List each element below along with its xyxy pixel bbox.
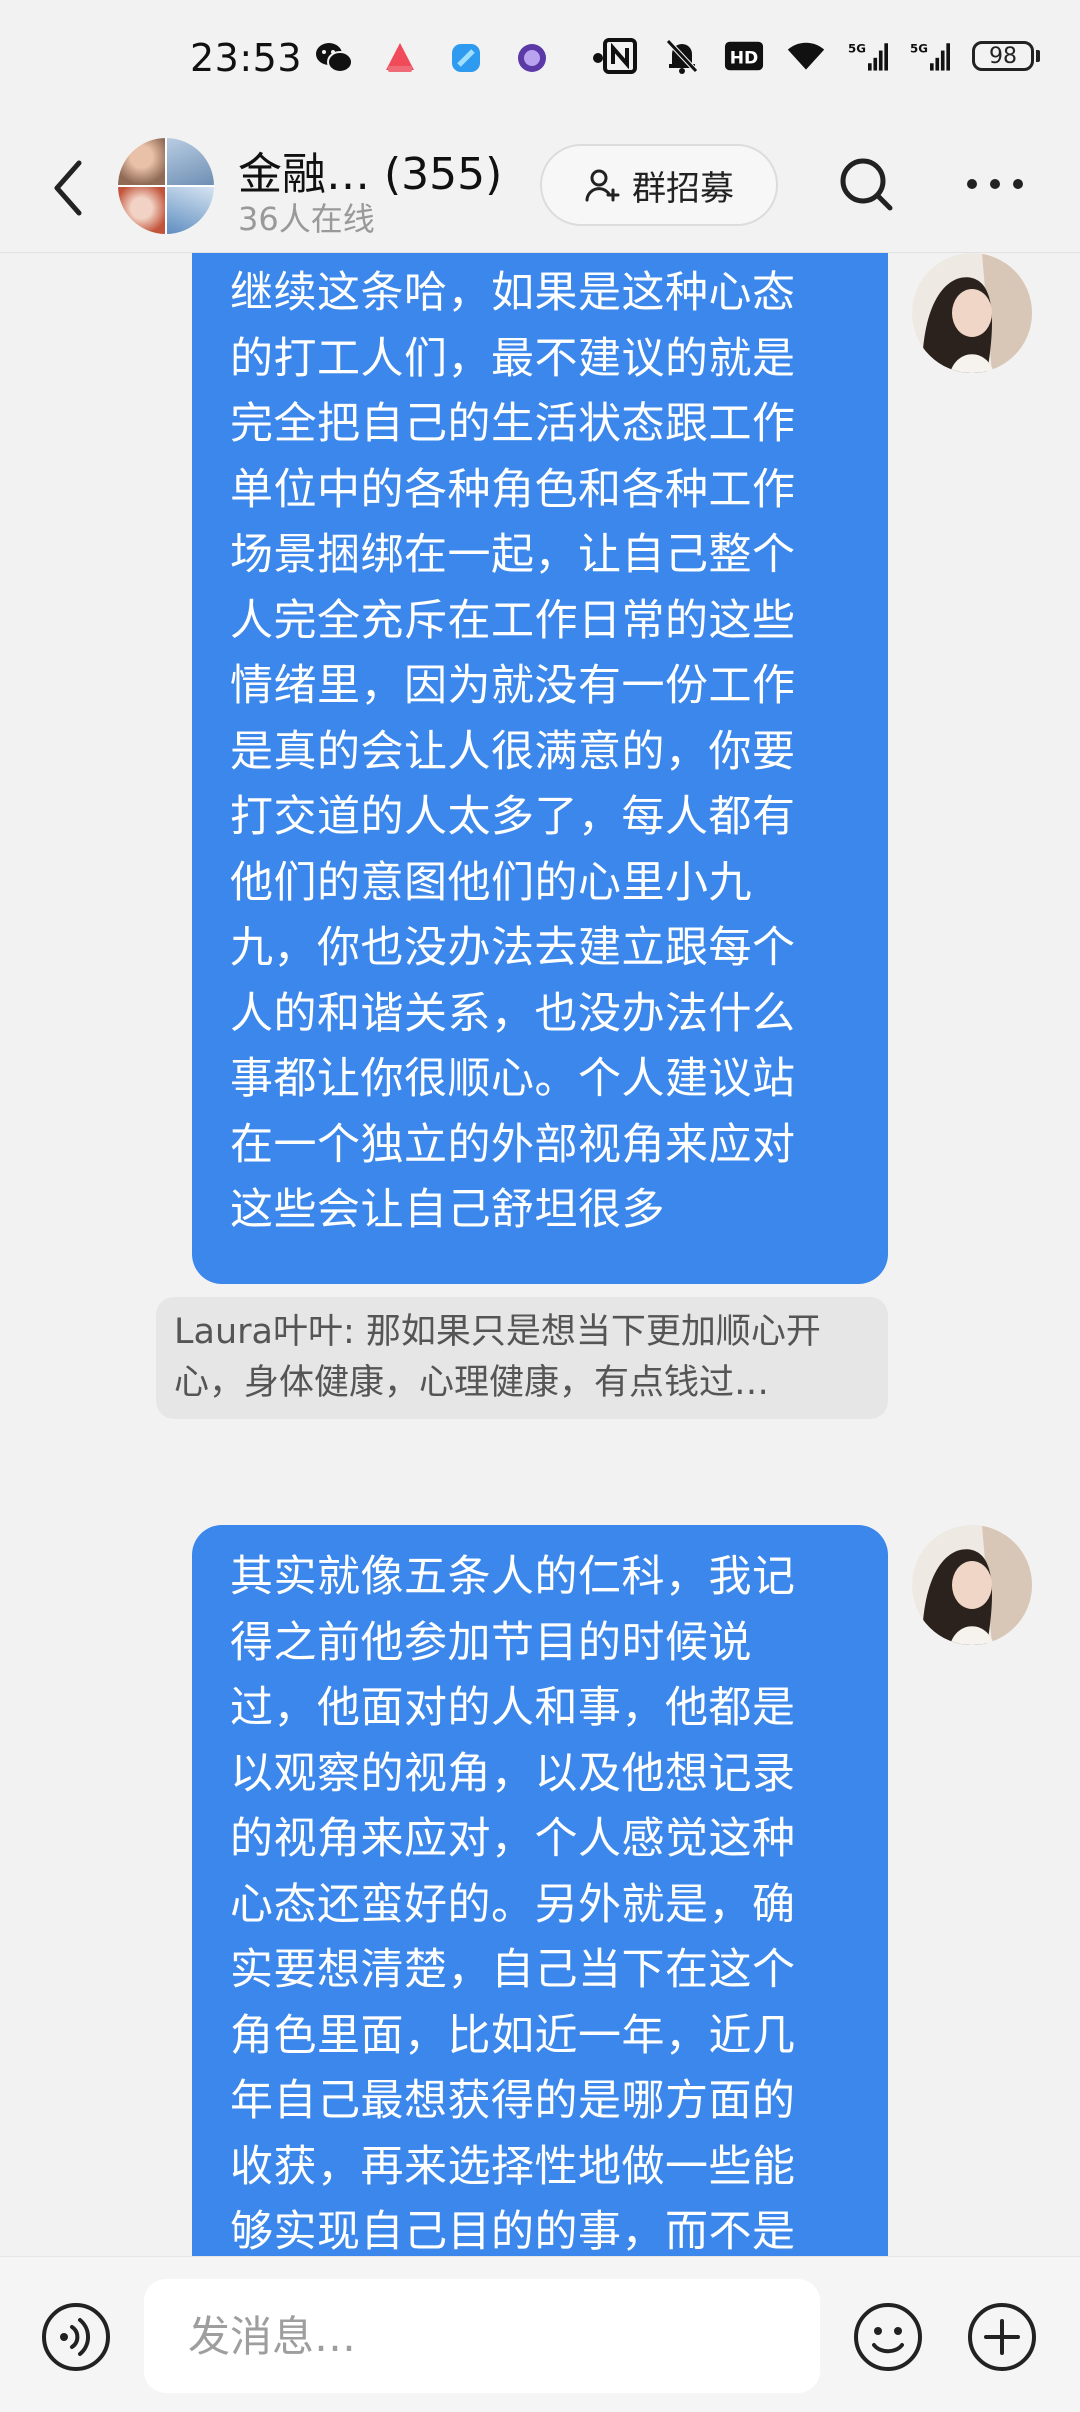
quote-line: 心，身体健康，心理健康，有点钱过…	[174, 1363, 770, 1403]
message-line: 单位中的各种角色和各种工作	[230, 464, 796, 515]
signal-5g-icon: 5G	[848, 36, 888, 76]
more-button[interactable]	[960, 156, 1030, 212]
message-line: 实要想清楚，自己当下在这个	[230, 1945, 796, 1995]
chat-screen: 23:53 HD 5G 5G 98 金融… (355) 36人在线 群招募 继续…	[0, 0, 1080, 2412]
avatar	[118, 138, 165, 185]
notification-icons	[314, 38, 618, 78]
add-user-icon	[585, 169, 620, 202]
quoted-reply[interactable]: Laura叶叶: 那如果只是想当下更加顺心开 心，身体健康，心理健康，有点钱过…	[156, 1297, 888, 1419]
message-line: 的打工人们，最不建议的就是	[230, 333, 796, 384]
battery-indicator: 98	[972, 41, 1040, 71]
app-red-icon	[380, 38, 420, 78]
emoji-button[interactable]	[852, 2301, 924, 2373]
message-line: 收获，再来选择性地做一些能	[230, 2141, 796, 2192]
group-title[interactable]: 金融… (355)	[238, 138, 502, 202]
message-line: 够实现自己目的的事，而不是	[230, 2207, 796, 2257]
group-recruit-button[interactable]: 群招募	[540, 144, 778, 226]
message-line: 打交道的人太多了，每人都有	[230, 792, 796, 842]
message-line: 人的和谐关系，也没办法什么	[230, 988, 796, 1039]
message-line: 的视角来应对，个人感觉这种	[230, 1814, 796, 1864]
message-line: 继续这条哈，如果是这种心态	[230, 268, 796, 318]
message-line: 事都让你很顺心。个人建议站	[230, 1054, 796, 1104]
signal-5g-icon: 5G	[910, 36, 950, 76]
message-line: 年自己最想获得的是哪方面的	[230, 2076, 796, 2126]
message-bubble[interactable]: 继续这条哈，如果是这种心态 的打工人们，最不建议的就是 完全把自己的生活状态跟工…	[192, 253, 888, 1284]
chat-header: 金融… (355) 36人在线 群招募	[0, 120, 1080, 253]
message-line: 其实就像五条人的仁科，我记	[230, 1552, 796, 1602]
more-actions-button[interactable]	[966, 2301, 1038, 2373]
message-bubble[interactable]: 其实就像五条人的仁科，我记 得之前他参加节目的时候说 过，他面对的人和事，他都是…	[192, 1525, 888, 2257]
app-purple-icon	[512, 38, 552, 78]
svg-text:5G: 5G	[848, 41, 866, 55]
search-button[interactable]	[834, 152, 898, 216]
search-icon	[840, 158, 893, 211]
message-input[interactable]	[144, 2279, 820, 2393]
message-line: 场景捆绑在一起，让自己整个	[230, 530, 796, 580]
online-count: 36人在线	[238, 200, 375, 238]
nfc-icon	[600, 36, 640, 76]
message-line: 角色里面，比如近一年，近几	[230, 2010, 796, 2061]
hd-icon: HD	[724, 36, 764, 76]
message-line: 人完全充斥在工作日常的这些	[230, 595, 796, 646]
wifi-icon	[786, 36, 826, 76]
message-line: 完全把自己的生活状态跟工作	[230, 399, 796, 449]
svg-text:HD: HD	[730, 49, 759, 69]
back-button[interactable]	[40, 156, 96, 220]
emoji-icon	[854, 2303, 922, 2371]
status-bar: 23:53 HD 5G 5G 98	[0, 0, 1080, 120]
group-avatar[interactable]	[118, 138, 214, 234]
sender-avatar[interactable]	[912, 253, 1032, 373]
message-input-bar	[0, 2256, 1080, 2412]
more-dots-icon	[967, 179, 1023, 189]
avatar	[167, 187, 214, 234]
voice-button[interactable]	[40, 2301, 112, 2373]
mute-bell-icon	[662, 36, 702, 76]
group-recruit-label: 群招募	[632, 168, 734, 209]
wechat-icon	[314, 38, 354, 78]
message-line: 以观察的视角，以及他想记录	[230, 1748, 796, 1799]
battery-level: 98	[972, 41, 1034, 71]
message-line: 他们的意图他们的心里小九	[230, 857, 752, 908]
message-line: 情绪里，因为就没有一份工作	[230, 661, 796, 711]
battery-tip	[1036, 50, 1040, 62]
message-line: 是真的会让人很满意的，你要	[230, 726, 796, 777]
avatar	[118, 187, 165, 234]
message-line: 过，他面对的人和事，他都是	[230, 1683, 796, 1733]
quote-line: Laura叶叶: 那如果只是想当下更加顺心开	[174, 1312, 821, 1352]
app-blue-icon	[446, 38, 486, 78]
system-icons: HD 5G 5G 98	[600, 36, 1040, 76]
message-line: 得之前他参加节目的时候说	[230, 1617, 752, 1668]
status-time: 23:53	[190, 36, 303, 80]
message-list[interactable]: 继续这条哈，如果是这种心态 的打工人们，最不建议的就是 完全把自己的生活状态跟工…	[0, 253, 1080, 2257]
message-line: 九，你也没办法去建立跟每个	[230, 923, 796, 973]
chevron-left-icon	[54, 160, 82, 216]
svg-text:5G: 5G	[910, 41, 928, 55]
avatar	[167, 138, 214, 185]
message-line: 这些会让自己舒坦很多	[230, 1185, 665, 1235]
message-line: 心态还蛮好的。另外就是，确	[230, 1879, 796, 1930]
voice-icon	[42, 2303, 110, 2371]
sender-avatar[interactable]	[912, 1525, 1032, 1645]
message-line: 在一个独立的外部视角来应对	[230, 1119, 796, 1170]
plus-icon	[968, 2303, 1036, 2371]
